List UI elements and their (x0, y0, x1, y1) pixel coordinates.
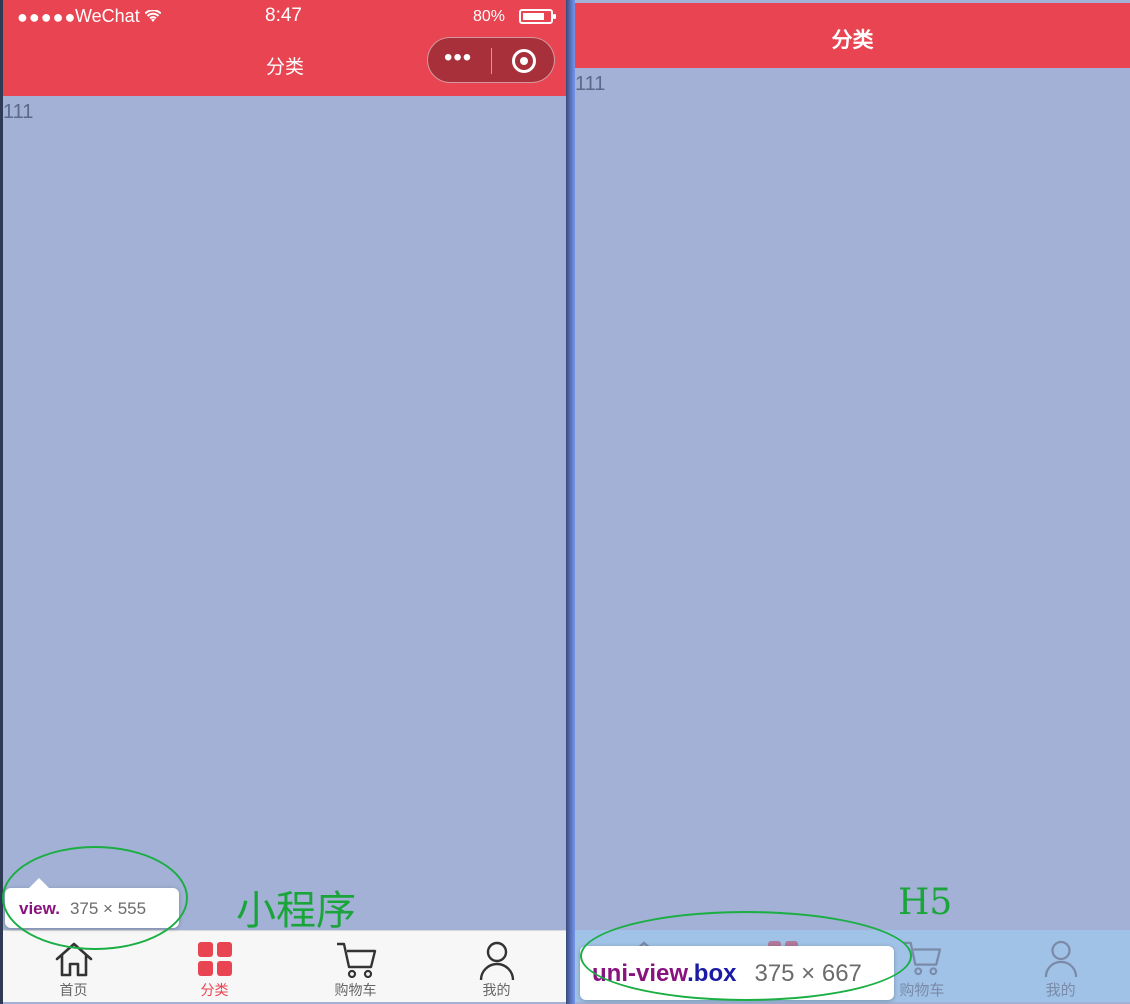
carrier-label: WeChat (75, 6, 162, 27)
nav-bar: 分类 ••• (3, 34, 567, 96)
capsule-divider (491, 48, 492, 74)
user-icon (1044, 940, 1078, 981)
annotation-circle (580, 911, 912, 1001)
status-bar: ●●●●● WeChat 8:47 80% (3, 0, 567, 34)
cart-icon (335, 941, 377, 982)
signal-icon: ●●●●● (17, 7, 77, 27)
tab-label: 分类 (200, 982, 229, 998)
battery-percent: 80% (473, 8, 506, 25)
annotation-label: H5 (898, 882, 953, 923)
tab-category[interactable]: 分类 (144, 931, 285, 1002)
wechat-capsule[interactable]: ••• (427, 37, 555, 83)
tab-mine[interactable]: 我的 (426, 931, 567, 1002)
h5-panel: 分类 111 首页 分类 购物车 我的 (575, 0, 1130, 1004)
user-icon (479, 941, 515, 984)
content-text: 111 (3, 101, 34, 123)
wifi-icon (144, 6, 162, 26)
tab-label: 我的 (482, 982, 511, 998)
annotation-circle (2, 846, 188, 950)
battery-fill (523, 13, 544, 20)
more-icon[interactable]: ••• (444, 46, 472, 70)
tab-cart[interactable]: 购物车 (285, 931, 426, 1002)
close-miniprogram-icon[interactable] (512, 49, 536, 73)
tab-label: 购物车 (334, 982, 377, 998)
battery-icon (519, 9, 556, 24)
page-title: 分类 (831, 29, 874, 52)
tab-mine[interactable]: 我的 (991, 930, 1130, 1002)
annotation-label: 小程序 (236, 888, 356, 934)
tab-label: 我的 (1045, 982, 1076, 999)
category-icon (197, 941, 233, 980)
h5-header: 分类 (575, 3, 1130, 68)
status-time: 8:47 (265, 5, 302, 26)
tab-label: 首页 (59, 982, 88, 998)
content-text: 111 (575, 73, 606, 95)
